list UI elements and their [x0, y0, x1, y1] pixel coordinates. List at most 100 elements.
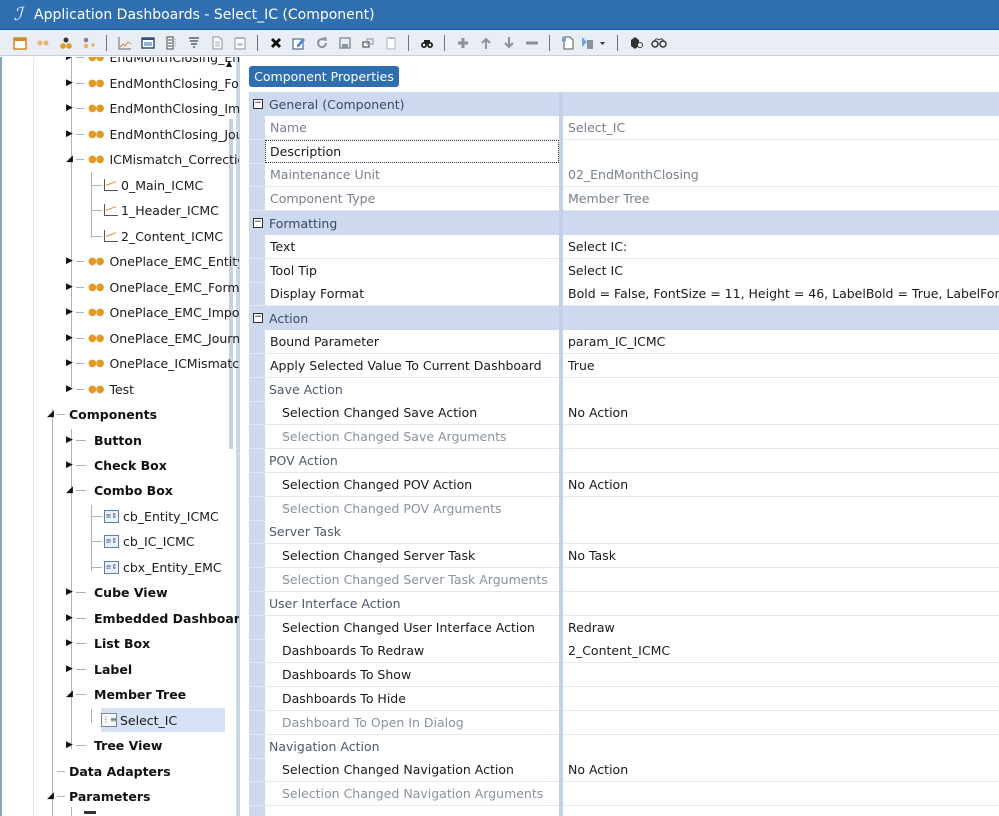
property-category[interactable]: − Formatting	[249, 211, 999, 235]
tree-item-member-tree-selected[interactable]: ⋮≡ Select_IC	[101, 708, 225, 732]
collapse-arrow-icon[interactable]: ◢	[47, 791, 57, 801]
expand-arrow-icon[interactable]: ▶	[66, 103, 76, 113]
tree-item-dashboard[interactable]: 1_Header_ICMC	[92, 199, 219, 221]
collapse-arrow-icon[interactable]: ◢	[66, 154, 76, 164]
property-row[interactable]: Selection Changed Navigation Arguments	[249, 782, 999, 806]
property-row[interactable]: Selection Changed Save Arguments	[249, 425, 999, 449]
edit-icon[interactable]	[287, 32, 310, 54]
property-row[interactable]: Display Format Bold = False, FontSize = 1…	[249, 282, 999, 306]
tree-item-type[interactable]: ▶ Check Box	[66, 454, 167, 476]
tab-component-properties[interactable]: Component Properties	[249, 66, 399, 87]
tree-item-type[interactable]: ▶ Button	[66, 429, 142, 451]
property-value[interactable]	[563, 140, 999, 163]
property-row[interactable]: Name Select_IC	[249, 116, 999, 140]
property-value[interactable]	[563, 735, 999, 758]
column-splitter[interactable]	[559, 92, 563, 816]
document-icon[interactable]	[205, 32, 228, 54]
collapse-toggle-icon[interactable]: −	[253, 218, 263, 228]
property-row[interactable]: Text Select IC:	[249, 235, 999, 259]
property-row[interactable]: Selection Changed Server Task No Task	[249, 544, 999, 568]
list-icon[interactable]	[159, 32, 182, 54]
property-value[interactable]: 2_Content_ICMC	[563, 639, 999, 662]
expand-arrow-icon[interactable]: ▶	[66, 435, 76, 445]
expand-arrow-icon[interactable]: ▶	[66, 613, 76, 623]
tree-item-type[interactable]: ▶ List Box	[66, 632, 150, 654]
expand-arrow-icon[interactable]: ▶	[66, 664, 76, 674]
tree-item-dashboard[interactable]: 0_Main_ICMC	[92, 174, 203, 196]
expand-arrow-icon[interactable]: ▶	[66, 256, 76, 266]
property-category[interactable]: − Action	[249, 306, 999, 330]
property-value[interactable]	[563, 687, 999, 710]
expand-arrow-icon[interactable]: ▶	[66, 333, 76, 343]
property-group-row[interactable]: Navigation Action	[249, 735, 999, 759]
property-row[interactable]: Selection Changed POV Action No Action	[249, 473, 999, 497]
calendar-icon[interactable]	[228, 32, 251, 54]
property-row[interactable]: Dashboards To Redraw 2_Content_ICMC	[249, 639, 999, 663]
tree-item-group[interactable]: ▶ ●● OnePlace_EMC_Impor	[66, 301, 239, 323]
expand-arrow-icon[interactable]: ▶	[66, 307, 76, 317]
tree-item-type[interactable]: ▶ Tree View	[66, 734, 162, 756]
property-value[interactable]: No Task	[563, 544, 999, 567]
property-value[interactable]	[563, 378, 999, 401]
save-icon[interactable]	[333, 32, 356, 54]
add-icon[interactable]	[451, 32, 474, 54]
property-group-row[interactable]: User Interface Action	[249, 592, 999, 616]
tree-item-group[interactable]: ▶ ●● EndMonthClosing_Im	[66, 97, 239, 119]
property-group-row[interactable]: Save Action	[249, 378, 999, 402]
tree-item-group[interactable]: ◢ ●● ICMismatch_Correctio	[66, 148, 239, 170]
expand-arrow-icon[interactable]: ▶	[66, 587, 76, 597]
expand-arrow-icon[interactable]: ▶	[66, 57, 76, 62]
collapse-arrow-icon[interactable]: ◢	[66, 689, 76, 699]
property-row[interactable]: Apply Selected Value To Current Dashboar…	[249, 354, 999, 378]
property-row[interactable]: Dashboards To Show	[249, 663, 999, 687]
tree-item-group[interactable]: ▶ ●● EndMonthClosing_Jou	[66, 123, 239, 145]
tree-item-group[interactable]: ▶ ●● EndMonthClosing_En	[66, 57, 239, 68]
tree-item-type[interactable]: ▶ Label	[66, 658, 132, 680]
property-row[interactable]: Selection Changed Server Task Arguments	[249, 568, 999, 592]
tree-item-type[interactable]: ◢ Combo Box	[66, 479, 173, 501]
property-value[interactable]: Redraw	[563, 616, 999, 639]
property-row[interactable]: Bound Parameter param_IC_ICMC	[249, 330, 999, 354]
copy-icon[interactable]	[356, 32, 379, 54]
tree-item-group[interactable]: ▶ ●● OnePlace_EMC_Entity	[66, 250, 239, 272]
tree-item-section-parameters[interactable]: ◢ Parameters	[47, 785, 150, 807]
expand-arrow-icon[interactable]: ▶	[66, 384, 76, 394]
property-value[interactable]: No Action	[563, 758, 999, 781]
expand-arrow-icon[interactable]: ▶	[66, 282, 76, 292]
new-dashboard-icon[interactable]	[8, 32, 31, 54]
panel-splitter[interactable]	[236, 57, 239, 816]
chart-icon[interactable]	[113, 32, 136, 54]
object-lookup-icon[interactable]	[624, 32, 647, 54]
property-row[interactable]: Selection Changed POV Arguments	[249, 497, 999, 521]
tree-item-combo[interactable]: ≡⇕ cb_IC_ICMC	[92, 530, 195, 552]
expand-arrow-icon[interactable]: ▶	[66, 78, 76, 88]
delete-icon[interactable]	[264, 32, 287, 54]
tree-item-section-data-adapters[interactable]: Data Adapters	[47, 760, 171, 782]
collapse-toggle-icon[interactable]: −	[253, 99, 263, 109]
move-down-icon[interactable]	[497, 32, 520, 54]
tree-item-type[interactable]: ◢ Member Tree	[66, 683, 186, 705]
property-row[interactable]: Description	[249, 140, 999, 164]
expand-arrow-icon[interactable]: ▶	[66, 460, 76, 470]
property-value[interactable]: No Action	[563, 473, 999, 496]
property-value[interactable]	[563, 520, 999, 543]
property-row[interactable]: Maintenance Unit 02_EndMonthClosing	[249, 163, 999, 187]
filter-icon[interactable]	[182, 32, 205, 54]
tree-item-type[interactable]: ▶ Embedded Dashboard	[66, 607, 239, 629]
dashboard-group-icon[interactable]	[31, 32, 54, 54]
add-member-icon[interactable]	[77, 32, 100, 54]
tree-item-section-components[interactable]: ◢ Components	[47, 403, 157, 425]
tree-item-group[interactable]: ▶ ●● OnePlace_EMC_Forms	[66, 276, 239, 298]
property-value[interactable]: Bold = False, FontSize = 11, Height = 46…	[563, 282, 999, 305]
property-value[interactable]: No Action	[563, 401, 999, 424]
property-row[interactable]: Dashboard To Open In Dialog	[249, 711, 999, 735]
property-value[interactable]: True	[563, 354, 999, 377]
expand-arrow-icon[interactable]: ▶	[66, 358, 76, 368]
property-value[interactable]: Select IC:	[563, 235, 999, 258]
open-file-icon[interactable]	[556, 32, 579, 54]
add-group-icon[interactable]	[54, 32, 77, 54]
tree-item-group[interactable]: ▶ ●● EndMonthClosing_Fo	[66, 72, 239, 94]
property-value[interactable]	[563, 592, 999, 615]
tree-item-group[interactable]: ▶ ●● OnePlace_EMC_Journ	[66, 327, 239, 349]
search-icon[interactable]	[415, 32, 438, 54]
